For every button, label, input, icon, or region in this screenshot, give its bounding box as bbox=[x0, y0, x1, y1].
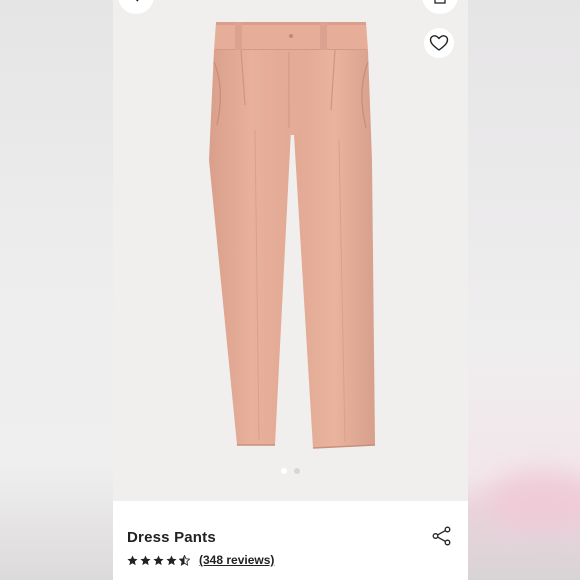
star-filled-icon bbox=[140, 554, 151, 565]
product-page: Dress Pants (348 reviews) bbox=[113, 0, 468, 580]
product-image-gallery[interactable] bbox=[113, 0, 468, 501]
product-image bbox=[209, 22, 376, 449]
product-info: Dress Pants (348 reviews) bbox=[113, 501, 468, 580]
pager-dot-active[interactable] bbox=[281, 468, 287, 474]
share-icon bbox=[432, 526, 451, 546]
chevron-left-icon bbox=[135, 0, 139, 2]
pager-dot[interactable] bbox=[294, 468, 300, 474]
rating-stars bbox=[127, 554, 190, 566]
image-pager bbox=[113, 468, 468, 478]
star-half-icon bbox=[179, 554, 190, 566]
star-filled-icon bbox=[153, 554, 164, 565]
product-name: Dress Pants bbox=[127, 529, 216, 546]
shopping-bag-icon bbox=[434, 0, 446, 4]
blurred-background-left bbox=[0, 0, 113, 580]
star-filled-icon bbox=[127, 554, 138, 565]
share-button[interactable] bbox=[431, 525, 453, 547]
favorite-button[interactable] bbox=[424, 28, 454, 58]
rating-row: (348 reviews) bbox=[127, 552, 274, 568]
star-filled-icon bbox=[166, 554, 177, 565]
reviews-link[interactable]: (348 reviews) bbox=[199, 553, 274, 567]
blurred-background-right bbox=[468, 0, 580, 580]
heart-outline-icon bbox=[429, 35, 449, 51]
